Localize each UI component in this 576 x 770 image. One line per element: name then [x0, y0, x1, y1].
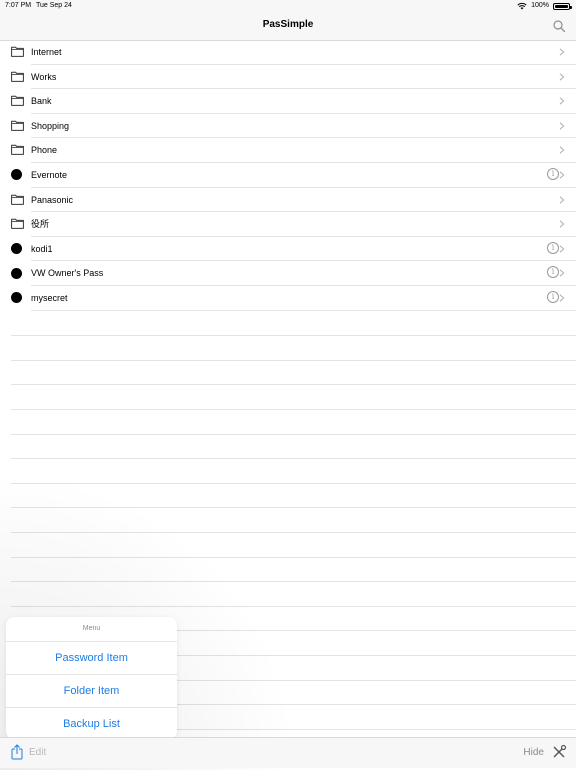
menu-item-password[interactable]: Password Item: [6, 642, 177, 675]
list-item[interactable]: Panasonic: [0, 188, 576, 213]
list-item[interactable]: Bank: [0, 89, 576, 114]
list-item[interactable]: mysecret i: [0, 286, 576, 311]
empty-row-separator: [11, 483, 576, 484]
list-item[interactable]: kodi1 i: [0, 237, 576, 262]
empty-row-separator: [11, 557, 576, 558]
status-right: 100%: [517, 0, 572, 12]
list-item-label: 役所: [31, 219, 50, 230]
chevron-right-icon: [559, 171, 565, 179]
empty-row-separator: [11, 532, 576, 533]
list-item-label: Works: [31, 71, 57, 82]
chevron-right-icon: [559, 195, 565, 204]
list-item-label: Phone: [31, 145, 58, 156]
empty-row-separator: [11, 581, 576, 582]
status-bar: 7:07 PM Tue Sep 24 100%: [0, 0, 576, 12]
status-time: 7:07 PM: [5, 2, 32, 9]
info-icon[interactable]: i: [547, 167, 559, 180]
list-item[interactable]: Internet: [0, 40, 576, 65]
battery-percent: 100%: [531, 2, 549, 9]
chevron-right-icon: [559, 269, 565, 277]
password-dot-icon: [11, 243, 22, 255]
battery-icon: [553, 2, 572, 10]
list-item[interactable]: VW Owner's Pass i: [0, 261, 576, 286]
status-date: Tue Sep 24: [36, 2, 72, 9]
bottom-toolbar: Edit Hide: [0, 737, 576, 768]
chevron-right-icon: [559, 97, 565, 105]
chevron-right-icon: [559, 48, 565, 56]
folder-icon: [11, 95, 24, 107]
empty-row-separator: [11, 507, 576, 508]
hide-button[interactable]: Hide: [523, 747, 544, 758]
empty-row-separator: [11, 335, 576, 336]
item-list: Internet Works Bank Shopping Phone Evernote i P…: [0, 40, 576, 311]
empty-row-separator: [11, 434, 576, 435]
empty-row-separator: [11, 409, 576, 410]
chevron-right-icon: [559, 245, 565, 253]
empty-row-separator: [11, 384, 576, 385]
chevron-right-icon: [559, 122, 565, 130]
folder-icon: [11, 71, 24, 82]
tools-icon[interactable]: [551, 744, 567, 760]
chevron-right-icon: [559, 146, 565, 154]
list-item-label: Shopping: [31, 120, 70, 131]
info-icon[interactable]: i: [547, 290, 559, 303]
password-dot-icon: [11, 169, 22, 181]
password-dot-icon: [11, 267, 22, 279]
folder-icon: [11, 194, 24, 205]
navigation-bar: 7:07 PM Tue Sep 24 100% PasSimple: [0, 0, 576, 41]
share-icon[interactable]: [11, 744, 23, 760]
list-item-label: VW Owner's Pass: [31, 268, 104, 279]
list-item-label: mysecret: [31, 292, 68, 303]
folder-icon: [11, 120, 24, 131]
info-icon[interactable]: i: [547, 241, 559, 254]
list-item[interactable]: Phone: [0, 138, 576, 163]
list-item-label: Panasonic: [31, 194, 74, 205]
list-item-label: Internet: [31, 47, 62, 57]
list-item[interactable]: Evernote i: [0, 163, 576, 188]
folder-icon: [11, 46, 24, 57]
chevron-right-icon: [559, 220, 565, 228]
wifi-icon: [517, 2, 527, 10]
folder-icon: [11, 218, 24, 230]
list-item-label: kodi1: [31, 243, 53, 254]
empty-row-separator: [11, 458, 576, 459]
edit-button[interactable]: Edit: [29, 747, 46, 758]
list-item[interactable]: Shopping: [0, 114, 576, 139]
menu-header: Menu: [6, 617, 177, 642]
empty-row-separator: [11, 606, 576, 607]
info-icon[interactable]: i: [547, 266, 559, 279]
search-icon[interactable]: [552, 19, 566, 33]
list-item-label: Bank: [31, 96, 52, 107]
folder-icon: [11, 145, 24, 156]
list-item-label: Evernote: [31, 169, 68, 180]
list-item[interactable]: 役所: [0, 212, 576, 237]
empty-row-separator: [11, 360, 576, 361]
chevron-right-icon: [559, 294, 565, 302]
list-item[interactable]: Works: [0, 65, 576, 90]
menu-item-folder[interactable]: Folder Item: [6, 675, 177, 708]
page-title: PasSimple: [262, 19, 314, 30]
menu-popover: Menu Password Item Folder Item Backup Li…: [6, 617, 177, 746]
password-dot-icon: [11, 292, 22, 304]
chevron-right-icon: [559, 72, 565, 81]
